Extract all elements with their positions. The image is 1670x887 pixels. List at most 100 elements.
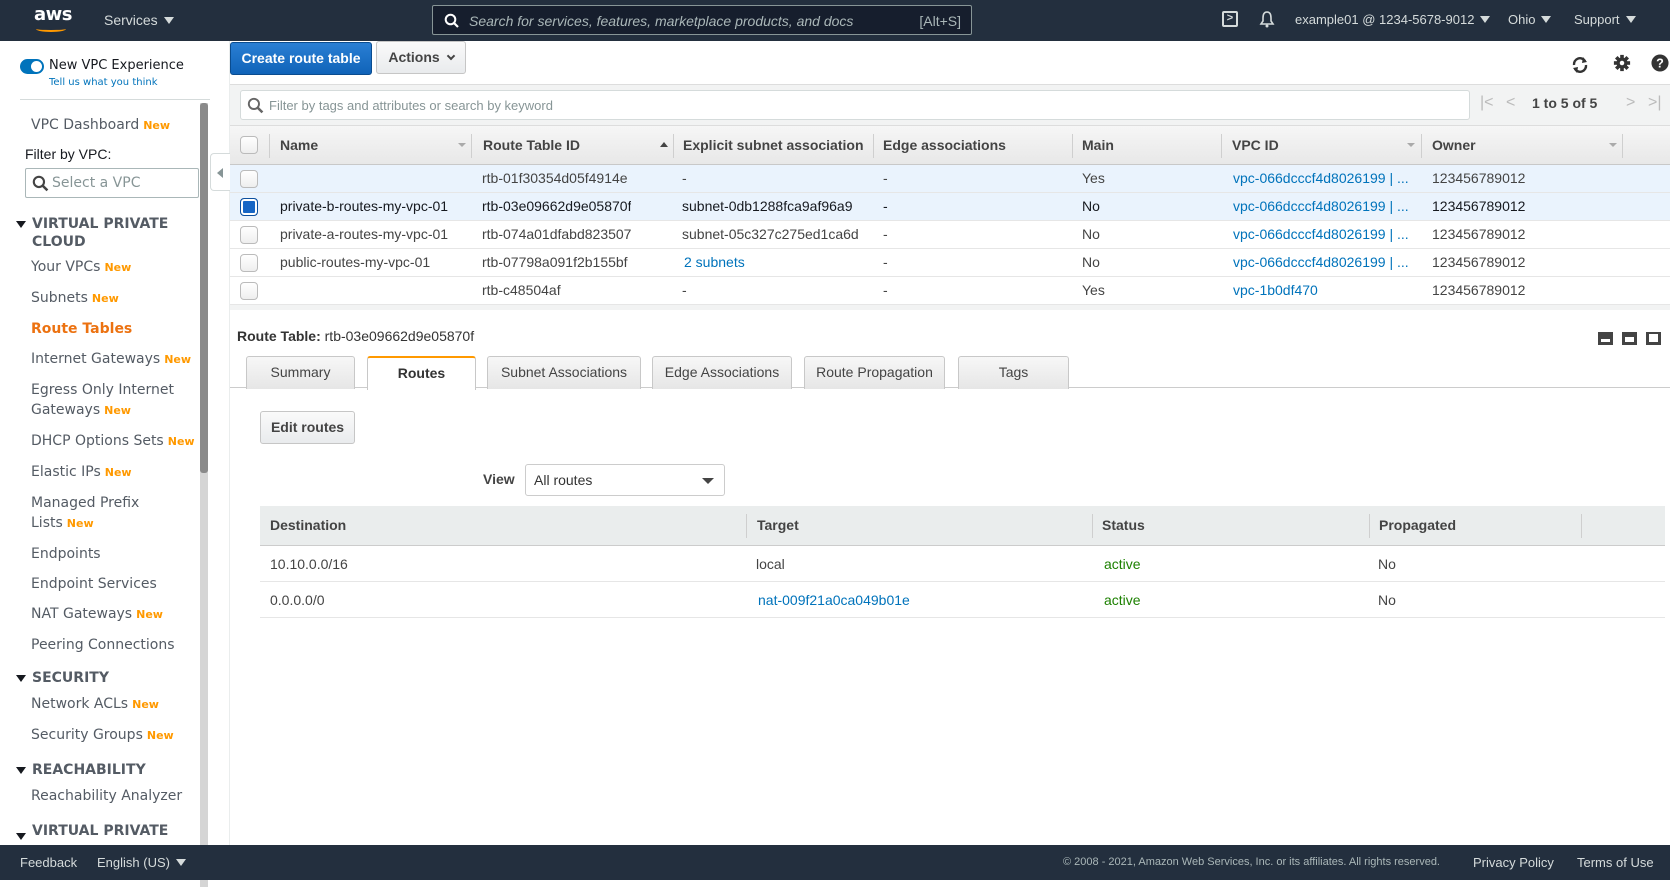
sidebar-item-security-groups[interactable]: Security Groups New	[31, 725, 199, 746]
sidebar-item-endpoints[interactable]: Endpoints	[31, 544, 199, 564]
sidebar-item-egress-only-internet-gateways[interactable]: Egress Only Internet Gateways New	[31, 380, 199, 421]
vpc-filter-select[interactable]: Select a VPC	[25, 168, 199, 198]
sidebar-item-managed-prefix-lists[interactable]: Managed Prefix Lists New	[31, 493, 151, 534]
cell-subnet-association-link[interactable]: 2 subnets	[684, 249, 745, 276]
column-header-explicit-subnet-association[interactable]: Explicit subnet association	[683, 126, 865, 164]
column-header-name[interactable]: Name	[280, 126, 450, 164]
global-search-input[interactable]: Search for services, features, marketpla…	[432, 5, 972, 35]
tab-subnet-associations[interactable]: Subnet Associations	[487, 356, 641, 389]
sidebar-item-elastic-ips[interactable]: Elastic IPs New	[31, 462, 199, 483]
cell-vpc-id-link[interactable]: vpc-1b0df470	[1233, 277, 1318, 304]
section-virtual-private[interactable]: VIRTUAL PRIVATE	[16, 822, 196, 845]
notifications-bell-icon[interactable]	[1258, 10, 1276, 28]
caret-down-icon	[163, 17, 174, 24]
pane-size-small-icon[interactable]	[1598, 332, 1613, 345]
sidebar-item-network-acls[interactable]: Network ACLs New	[31, 694, 199, 715]
column-header-owner[interactable]: Owner	[1432, 126, 1592, 164]
sort-icon[interactable]	[458, 143, 466, 147]
column-header-edge-associations[interactable]: Edge associations	[883, 126, 1063, 164]
table-row[interactable]: private-a-routes-my-vpc-01 rtb-074a01dfa…	[230, 221, 1670, 249]
sidebar-item-vpc-dashboard[interactable]: VPC Dashboard New	[31, 115, 199, 136]
refresh-icon[interactable]	[1570, 55, 1590, 75]
sidebar-item-endpoint-services[interactable]: Endpoint Services	[31, 574, 199, 594]
sidebar-item-label: Endpoint Services	[31, 576, 157, 592]
row-checkbox[interactable]	[240, 226, 258, 244]
sidebar-item-label: Egress Only Internet Gateways	[31, 382, 174, 418]
cell-vpc-id-link[interactable]: vpc-066dcccf4d8026199 | ...	[1233, 165, 1409, 192]
last-page-icon[interactable]: >|	[1648, 94, 1662, 112]
sidebar-scrollbar-thumb[interactable]	[200, 103, 208, 473]
feedback-button[interactable]: Feedback	[20, 855, 77, 870]
tab-edge-associations[interactable]: Edge Associations	[652, 356, 792, 389]
new-vpc-experience-toggle[interactable]	[20, 59, 44, 74]
cell-vpc-id-link[interactable]: vpc-066dcccf4d8026199 | ...	[1233, 193, 1409, 220]
collapse-sidebar-button[interactable]	[210, 153, 230, 191]
pane-size-large-icon[interactable]	[1646, 332, 1661, 345]
section-reachability[interactable]: REACHABILITY	[16, 761, 196, 779]
sidebar-item-subnets[interactable]: Subnets New	[31, 288, 199, 309]
sidebar-item-peering-connections[interactable]: Peering Connections	[31, 635, 199, 655]
cell-target-link[interactable]: nat-009f21a0ca049b01e	[758, 582, 910, 618]
row-checkbox[interactable]	[240, 254, 258, 272]
column-header-route-table-id[interactable]: Route Table ID	[483, 126, 653, 164]
section-virtual-private-cloud[interactable]: VIRTUAL PRIVATE CLOUD	[16, 215, 196, 251]
cell-vpc-id-link[interactable]: vpc-066dcccf4d8026199 | ...	[1233, 221, 1409, 248]
feedback-link[interactable]: Tell us what you think	[49, 77, 158, 88]
sidebar-item-route-tables[interactable]: Route Tables	[31, 319, 199, 339]
view-routes-select[interactable]: All routes	[525, 464, 725, 496]
tab-summary[interactable]: Summary	[246, 356, 355, 389]
row-checkbox[interactable]	[240, 282, 258, 300]
cell-destination: 10.10.0.0/16	[270, 556, 348, 572]
settings-gear-icon[interactable]	[1613, 54, 1631, 72]
table-row[interactable]: rtb-c48504af - - Yes vpc-1b0df470 123456…	[230, 277, 1670, 305]
section-security[interactable]: SECURITY	[16, 669, 196, 687]
row-checkbox-checked[interactable]	[240, 198, 258, 216]
search-icon	[444, 13, 459, 28]
table-row[interactable]: public-routes-my-vpc-01 rtb-07798a091f2b…	[230, 249, 1670, 277]
column-header-main[interactable]: Main	[1082, 126, 1222, 164]
sidebar-item-label: VPC Dashboard	[31, 117, 140, 133]
sidebar-item-reachability-analyzer[interactable]: Reachability Analyzer	[31, 786, 199, 806]
sidebar-item-dhcp-options-sets[interactable]: DHCP Options Sets New	[31, 431, 199, 452]
account-menu[interactable]: example01 @ 1234-5678-9012	[1295, 12, 1491, 27]
table-filter-input[interactable]: Filter by tags and attributes or search …	[240, 90, 1470, 120]
actions-button[interactable]: Actions	[376, 41, 466, 74]
tab-tags[interactable]: Tags	[958, 356, 1069, 389]
column-header-vpc-id[interactable]: VPC ID	[1232, 126, 1392, 164]
cell-edge-associations: -	[883, 198, 888, 214]
sort-icon[interactable]	[1407, 143, 1415, 147]
cell-subnet-association: -	[682, 170, 687, 186]
aws-logo[interactable]: aws	[34, 6, 74, 34]
previous-page-icon[interactable]: <	[1506, 94, 1515, 112]
next-page-icon[interactable]: >	[1626, 94, 1635, 112]
sort-ascending-icon[interactable]	[660, 142, 668, 147]
tab-route-propagation[interactable]: Route Propagation	[804, 356, 945, 389]
services-menu[interactable]: Services	[104, 12, 174, 28]
pane-size-medium-icon[interactable]	[1622, 332, 1637, 345]
row-checkbox[interactable]	[240, 170, 258, 188]
help-icon[interactable]: ?	[1651, 54, 1669, 72]
route-row: 0.0.0.0/0 nat-009f21a0ca049b01e active N…	[260, 582, 1665, 618]
cloudshell-icon[interactable]: >	[1222, 11, 1238, 27]
table-row[interactable]: rtb-01f30354d05f4914e - - Yes vpc-066dcc…	[230, 165, 1670, 193]
tab-routes[interactable]: Routes	[367, 356, 476, 390]
sidebar-item-nat-gateways[interactable]: NAT Gateways New	[31, 604, 199, 625]
detail-pane: Route Table: rtb-03e09662d9e05870f Summa…	[230, 310, 1670, 845]
language-selector[interactable]: English (US)	[97, 855, 186, 870]
edit-routes-button[interactable]: Edit routes	[260, 411, 355, 444]
sidebar-item-internet-gateways[interactable]: Internet Gateways New	[31, 349, 199, 370]
region-menu[interactable]: Ohio	[1508, 12, 1552, 27]
cell-name: public-routes-my-vpc-01	[280, 254, 431, 270]
cell-vpc-id-link[interactable]: vpc-066dcccf4d8026199 | ...	[1233, 249, 1409, 276]
sort-icon[interactable]	[1609, 143, 1617, 147]
privacy-policy-link[interactable]: Privacy Policy	[1473, 855, 1554, 870]
route-tables-grid: Name Route Table ID Explicit subnet asso…	[230, 125, 1670, 305]
select-all-checkbox[interactable]	[240, 136, 258, 154]
first-page-icon[interactable]: |<	[1480, 94, 1494, 112]
table-row-selected[interactable]: private-b-routes-my-vpc-01 rtb-03e09662d…	[230, 193, 1670, 221]
terms-of-use-link[interactable]: Terms of Use	[1577, 855, 1654, 870]
sidebar-item-your-vpcs[interactable]: Your VPCs New	[31, 257, 199, 278]
support-menu[interactable]: Support	[1574, 12, 1636, 27]
new-badge: New	[143, 119, 171, 132]
create-route-table-button[interactable]: Create route table	[230, 42, 372, 75]
